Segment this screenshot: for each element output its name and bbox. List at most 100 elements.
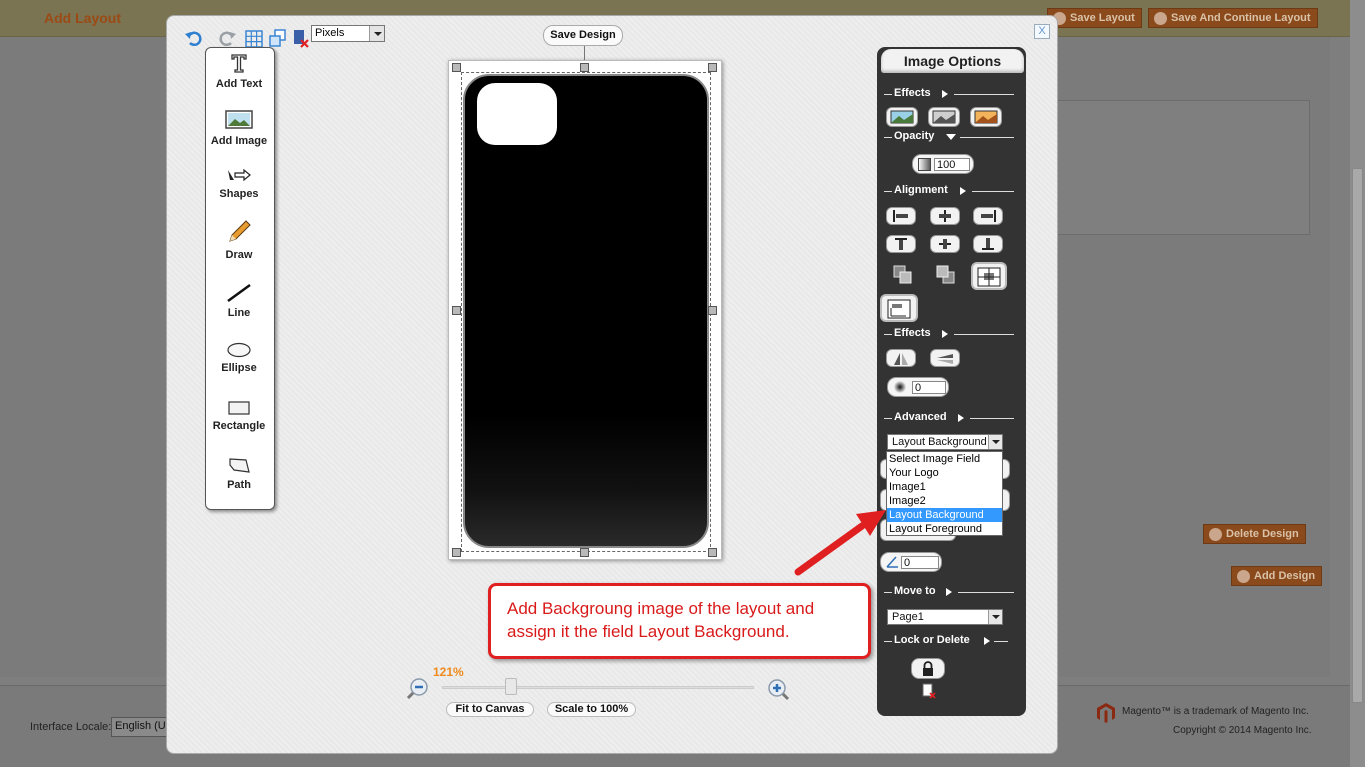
chevron-down-icon (988, 435, 1002, 449)
sepia-thumbnail-icon (974, 110, 998, 124)
resize-handle[interactable] (708, 306, 717, 315)
align-left-button[interactable] (886, 207, 916, 225)
resize-handle[interactable] (452, 548, 461, 557)
lock-delete-section-header[interactable]: Lock or Delete (884, 634, 1014, 648)
lock-button[interactable] (911, 658, 945, 679)
dropdown-option[interactable]: Image2 (887, 494, 1002, 508)
resize-handle[interactable] (452, 63, 461, 72)
divider (994, 641, 1008, 642)
delete-icon[interactable] (921, 683, 937, 699)
resize-handle[interactable] (708, 548, 717, 557)
align-center-button[interactable] (930, 207, 960, 225)
fit-to-canvas-button[interactable]: Fit to Canvas (446, 702, 534, 717)
callout-arrow-icon (794, 510, 886, 576)
save-continue-button[interactable]: Save And Continue Layout (1148, 8, 1318, 28)
delete-design-label: Delete Design (1226, 528, 1299, 540)
move-to-select[interactable]: Page1 (887, 609, 1003, 625)
alignment-section-header[interactable]: Alignment (884, 184, 1014, 198)
effects2-section-header[interactable]: Effects (884, 327, 1014, 341)
add-text-tool[interactable]: Add Text (205, 52, 273, 90)
ellipse-tool[interactable]: Ellipse (205, 342, 273, 374)
clone-icon[interactable] (268, 28, 288, 48)
add-design-button[interactable]: Add Design (1231, 566, 1323, 586)
dropdown-option[interactable]: Your Logo (887, 466, 1002, 480)
align-middle-button[interactable] (930, 235, 960, 253)
bring-forward-icon[interactable] (892, 264, 914, 286)
advanced-section-header[interactable]: Advanced (884, 411, 1014, 425)
resize-handle[interactable] (580, 548, 589, 557)
image-field-select[interactable]: Layout Background (887, 434, 1003, 450)
line-tool[interactable]: Line (205, 283, 273, 319)
magento-logo-icon (1097, 703, 1115, 723)
draw-tool[interactable]: Draw (205, 219, 273, 261)
shapes-tool[interactable]: Shapes (205, 166, 273, 200)
fit-to-canvas-option-button[interactable] (880, 294, 918, 322)
units-value: Pixels (315, 27, 345, 39)
alignment-label: Alignment (894, 184, 948, 196)
rotation-input[interactable]: 0 (901, 556, 939, 569)
effect-sepia-button[interactable] (970, 107, 1002, 127)
rectangle-tool[interactable]: Rectangle (205, 400, 273, 432)
scale-to-100-button[interactable]: Scale to 100% (547, 702, 636, 717)
opacity-section-header[interactable]: Opacity (884, 130, 1014, 144)
opacity-input[interactable]: 100 (934, 158, 970, 171)
resize-handle[interactable] (708, 63, 717, 72)
align-top-icon (895, 238, 907, 250)
page-title: Add Layout (44, 10, 121, 26)
align-top-button[interactable] (886, 235, 916, 253)
flip-vertical-button[interactable] (930, 349, 960, 367)
image-field-dropdown-list[interactable]: Select Image Field Your Logo Image1 Imag… (886, 451, 1003, 536)
undo-icon[interactable] (184, 28, 204, 48)
save-design-button[interactable]: Save Design (543, 25, 623, 46)
path-tool[interactable]: Path (205, 457, 273, 491)
divider (954, 94, 1014, 95)
divider (884, 191, 892, 192)
dropdown-option[interactable]: Image1 (887, 480, 1002, 494)
center-on-canvas-button[interactable] (971, 262, 1007, 290)
move-to-section-header[interactable]: Move to (884, 585, 1014, 599)
resize-handle[interactable] (452, 306, 461, 315)
zoom-slider[interactable] (442, 686, 754, 689)
locale-select[interactable]: English (U (111, 717, 169, 737)
blur-input[interactable]: 0 (912, 381, 946, 394)
close-button[interactable]: X (1034, 24, 1050, 39)
dropdown-option[interactable]: Select Image Field (887, 452, 1002, 466)
send-backward-icon[interactable] (935, 264, 957, 286)
delete-design-button[interactable]: Delete Design (1203, 524, 1306, 544)
opacity-icon (918, 158, 931, 171)
flip-horizontal-button[interactable] (886, 349, 916, 367)
save-layout-label: Save Layout (1070, 12, 1135, 24)
opacity-field[interactable]: 100 (912, 154, 974, 174)
align-right-button[interactable] (973, 207, 1003, 225)
delete-page-icon[interactable] (291, 28, 311, 48)
dropdown-option[interactable]: Layout Foreground (887, 522, 1002, 536)
ellipse-icon (227, 342, 251, 358)
add-image-tool[interactable]: Add Image (205, 109, 273, 147)
zoom-in-icon[interactable] (766, 677, 792, 703)
effect-grayscale-button[interactable] (928, 107, 960, 127)
blur-field[interactable]: 0 (887, 377, 949, 397)
grid-icon[interactable] (244, 29, 264, 49)
flip-horizontal-icon (894, 353, 908, 365)
expand-icon (946, 588, 952, 596)
phone-case-layer[interactable] (463, 74, 709, 548)
effects2-label: Effects (894, 327, 931, 339)
effect-normal-button[interactable] (886, 107, 918, 127)
copyright-text: Copyright © 2014 Magento Inc. (1173, 725, 1312, 736)
redo-icon[interactable] (217, 28, 237, 48)
save-layout-button[interactable]: Save Layout (1047, 8, 1142, 28)
lock-icon (923, 661, 933, 676)
zoom-slider-thumb[interactable] (504, 678, 517, 695)
align-bottom-button[interactable] (973, 235, 1003, 253)
check-icon (1154, 12, 1167, 25)
resize-handle[interactable] (580, 63, 589, 72)
scrollbar-thumb[interactable] (1352, 168, 1363, 703)
trademark-text: Magento™ is a trademark of Magento Inc. (1122, 706, 1309, 717)
zoom-percent: 121% (433, 665, 464, 679)
effects-section-header[interactable]: Effects (884, 87, 1014, 101)
chevron-down-icon (988, 610, 1002, 624)
chevron-down-icon (369, 26, 384, 41)
dropdown-option-selected[interactable]: Layout Background (887, 508, 1002, 522)
units-select[interactable]: Pixels (311, 25, 385, 42)
zoom-out-icon[interactable] (404, 676, 430, 702)
